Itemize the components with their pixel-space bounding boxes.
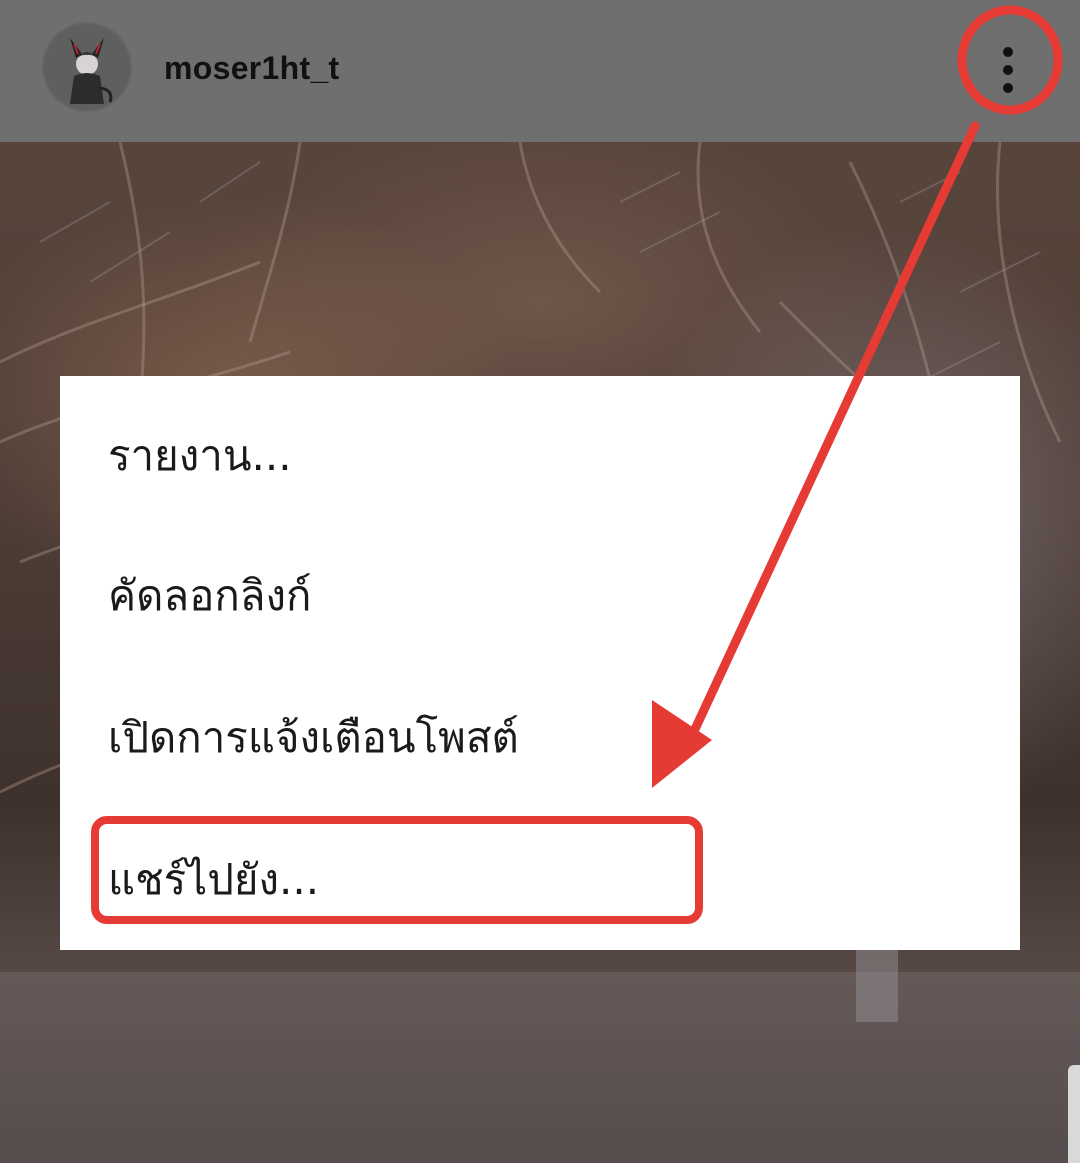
menu-item-copy-link[interactable]: คัดลอกลิงก์ xyxy=(60,526,1020,666)
scroll-indicator xyxy=(1068,1065,1080,1163)
more-options-button[interactable] xyxy=(980,30,1036,110)
share-highlight-box xyxy=(91,816,703,924)
username[interactable]: moser1ht_t xyxy=(164,50,340,87)
avatar[interactable] xyxy=(42,22,132,112)
avatar-icon xyxy=(44,24,130,110)
more-vertical-icon xyxy=(1003,47,1013,57)
post-header: moser1ht_t xyxy=(0,0,1080,142)
menu-item-report[interactable]: รายงาน... xyxy=(60,386,1020,526)
menu-item-turn-on-post-notifications[interactable]: เปิดการแจ้งเตือนโพสต์ xyxy=(60,668,1020,808)
